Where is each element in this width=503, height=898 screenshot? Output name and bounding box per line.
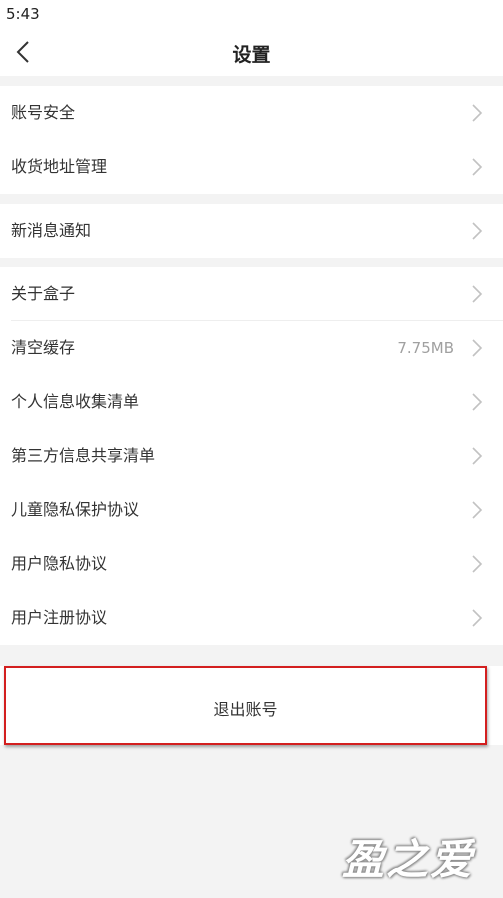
settings-item-clear-cache[interactable]: 清空缓存 7.75MB (0, 321, 503, 375)
watermark-logo: 盈之爱 (324, 834, 492, 886)
page-title: 设置 (232, 44, 271, 66)
settings-item-label: 关于盒子 (11, 284, 76, 303)
chevron-right-icon (472, 393, 483, 411)
settings-item-address[interactable]: 收货地址管理 (0, 140, 503, 194)
settings-item-label: 第三方信息共享清单 (11, 446, 156, 465)
chevron-right-icon (472, 222, 483, 240)
cache-size-value: 7.75MB (397, 339, 454, 357)
chevron-right-icon (472, 447, 483, 465)
status-bar: 5:43 (0, 0, 503, 28)
settings-item-label: 清空缓存 (11, 338, 76, 357)
settings-item-label: 儿童隐私保护协议 (11, 500, 140, 519)
settings-item-child-privacy[interactable]: 儿童隐私保护协议 (0, 483, 503, 537)
chevron-right-icon (472, 339, 483, 357)
settings-group-account: 账号安全 收货地址管理 (0, 86, 503, 194)
logout-section: 退出账号 (0, 666, 503, 745)
watermark-text: 盈之爱 (341, 835, 474, 884)
settings-group-notify: 新消息通知 (0, 204, 503, 258)
settings-item-label: 新消息通知 (11, 221, 92, 240)
chevron-right-icon (472, 501, 483, 519)
settings-item-user-privacy[interactable]: 用户隐私协议 (0, 537, 503, 591)
settings-item-label: 收货地址管理 (11, 157, 108, 176)
settings-item-label: 用户隐私协议 (11, 554, 108, 573)
logout-button[interactable]: 退出账号 (4, 666, 487, 745)
settings-item-about[interactable]: 关于盒子 (0, 267, 503, 321)
settings-item-notifications[interactable]: 新消息通知 (0, 204, 503, 258)
chevron-right-icon (472, 609, 483, 627)
settings-item-label: 账号安全 (11, 103, 76, 122)
settings-item-personal-info-list[interactable]: 个人信息收集清单 (0, 375, 503, 429)
settings-item-label: 个人信息收集清单 (11, 392, 140, 411)
chevron-right-icon (472, 104, 483, 122)
nav-bar: 设置 (0, 28, 503, 76)
settings-item-account-security[interactable]: 账号安全 (0, 86, 503, 140)
settings-item-third-party-list[interactable]: 第三方信息共享清单 (0, 429, 503, 483)
chevron-right-icon (472, 158, 483, 176)
chevron-right-icon (472, 555, 483, 573)
settings-group-about: 关于盒子 清空缓存 7.75MB 个人信息收集清单 第三方信息共享清单 儿童隐私… (0, 267, 503, 645)
settings-item-user-agreement[interactable]: 用户注册协议 (0, 591, 503, 645)
chevron-right-icon (472, 285, 483, 303)
settings-item-label: 用户注册协议 (11, 608, 108, 627)
status-time: 5:43 (6, 5, 40, 23)
logout-label: 退出账号 (213, 700, 278, 719)
